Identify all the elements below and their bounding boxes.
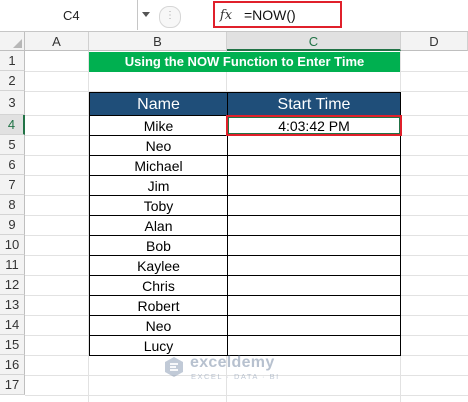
name-cell[interactable]: Michael [89,155,228,176]
select-all-corner[interactable] [0,32,25,51]
name-cell[interactable]: Mike [89,115,228,136]
column-header-d[interactable]: D [401,32,468,51]
start-time-cell[interactable] [227,315,401,336]
column-header-c[interactable]: C [227,32,401,51]
name-cell[interactable]: Lucy [89,335,228,356]
name-cell[interactable]: Neo [89,135,228,156]
row-header-1[interactable]: 1 [0,51,25,71]
row-header-16[interactable]: 16 [0,355,25,375]
name-cell[interactable]: Neo [89,315,228,336]
header-start-time[interactable]: Start Time [227,92,401,116]
start-time-cell[interactable] [227,155,401,176]
row-header-8[interactable]: 8 [0,195,25,215]
row-header-13[interactable]: 13 [0,295,25,315]
name-cell[interactable]: Toby [89,195,228,216]
more-options-icon[interactable]: ⋮ [159,6,181,28]
name-cell[interactable]: Alan [89,215,228,236]
name-cell[interactable]: Chris [89,275,228,296]
row-header-9[interactable]: 9 [0,215,25,235]
name-cell[interactable]: Robert [89,295,228,316]
start-time-cell[interactable] [227,175,401,196]
name-cell[interactable]: Bob [89,235,228,256]
column-header-b[interactable]: B [89,32,227,51]
row-header-10[interactable]: 10 [0,235,25,255]
cell-highlight-box [226,115,402,136]
formula-bar: C4 ⋮ fx =NOW() [0,0,468,32]
header-name[interactable]: Name [89,92,228,116]
name-cell[interactable]: Kaylee [89,255,228,276]
row-header-5[interactable]: 5 [0,135,25,155]
row-header-6[interactable]: 6 [0,155,25,175]
name-box-dropdown-icon[interactable] [142,12,150,17]
name-cell[interactable]: Jim [89,175,228,196]
name-box[interactable]: C4 [0,0,138,30]
start-time-cell[interactable] [227,255,401,276]
sheet-title[interactable]: Using the NOW Function to Enter Time [89,52,400,72]
row-header-7[interactable]: 7 [0,175,25,195]
row-header-4[interactable]: 4 [0,115,25,135]
watermark-name: exceldemy [190,354,275,371]
row-header-12[interactable]: 12 [0,275,25,295]
start-time-cell[interactable] [227,135,401,156]
start-time-cell[interactable] [227,235,401,256]
exceldemy-logo-icon [165,357,183,377]
row-header-3[interactable]: 3 [0,91,25,115]
row-header-2[interactable]: 2 [0,71,25,91]
row-header-14[interactable]: 14 [0,315,25,335]
start-time-cell[interactable] [227,335,401,356]
start-time-cell[interactable] [227,215,401,236]
start-time-cell[interactable] [227,275,401,296]
column-header-a[interactable]: A [25,32,89,51]
watermark-tagline: EXCEL · DATA · BI [191,372,280,381]
row-header-15[interactable]: 15 [0,335,25,355]
row-header-17[interactable]: 17 [0,375,25,395]
row-header-11[interactable]: 11 [0,255,25,275]
start-time-cell[interactable] [227,195,401,216]
formula-highlight-box [213,1,342,28]
select-all-icon [13,39,22,48]
start-time-cell[interactable] [227,295,401,316]
